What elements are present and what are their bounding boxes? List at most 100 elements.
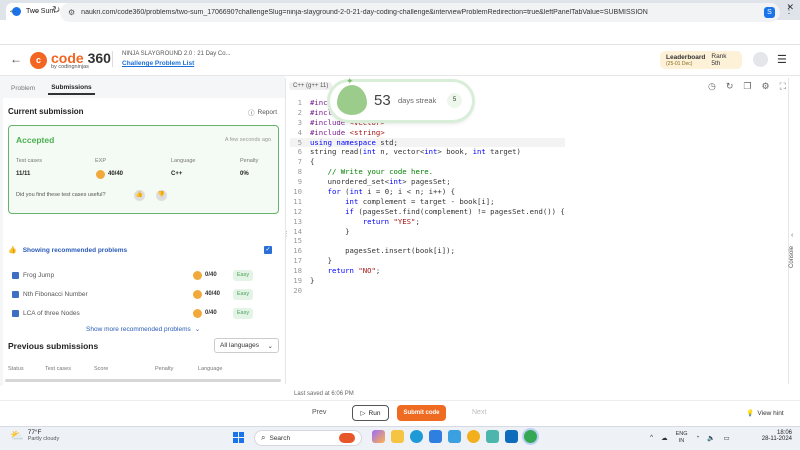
reset-icon[interactable]: ↻: [726, 81, 734, 92]
stat-testcases: 11/11: [16, 171, 31, 177]
problem-icon: [12, 272, 19, 279]
next-button[interactable]: Next: [472, 409, 486, 416]
stat-header-language: Language: [171, 158, 196, 164]
problem-name[interactable]: Nth Fibonacci Number: [23, 291, 88, 298]
thumbs-up-icon[interactable]: 👍: [134, 190, 145, 201]
user-avatar[interactable]: [753, 52, 768, 67]
challenge-list-link[interactable]: Challenge Problem List: [122, 60, 231, 67]
edge-icon[interactable]: [410, 430, 423, 443]
app-icon[interactable]: [467, 430, 480, 443]
browser-menu-icon[interactable]: ⋮: [784, 5, 794, 16]
leaderboard-label: Leaderboard: [666, 53, 706, 61]
horizontal-scrollbar[interactable]: [5, 379, 281, 382]
copy-icon[interactable]: ❐: [743, 81, 751, 92]
stat-penalty: 0%: [240, 171, 249, 177]
weather-widget[interactable]: ⛅ 77°F Partly cloudy: [10, 429, 59, 442]
bulb-icon: 💡: [746, 410, 755, 417]
file-explorer-icon[interactable]: [391, 430, 404, 443]
list-item[interactable]: Nth Fibonacci Number 40/40 Easy: [12, 288, 274, 302]
code-line: 5 using namespace std;: [290, 137, 565, 148]
like-icon: 👍: [8, 247, 17, 254]
back-arrow-icon[interactable]: ←: [8, 5, 18, 16]
pane-splitter-handle[interactable]: ⋮: [283, 230, 290, 238]
app-icon[interactable]: [448, 430, 461, 443]
chrome-icon[interactable]: [524, 430, 537, 443]
code-line: 10 for (int i = 0; i < n; i++) {: [293, 187, 456, 197]
profile-avatar[interactable]: S: [764, 7, 775, 18]
chevron-left-icon[interactable]: ‹: [791, 232, 793, 239]
thumbs-down-icon[interactable]: 👎: [156, 190, 167, 201]
url-field[interactable]: ⚙ naukri.com/code360/problems/two-sum_17…: [60, 3, 780, 22]
list-item[interactable]: LCA of three Nodes 0/40 Easy: [12, 307, 274, 321]
site-info-icon[interactable]: ⚙: [68, 8, 75, 17]
code-line: 15: [293, 236, 302, 246]
code-line: 12 if (pagesSet.find(complement) != page…: [293, 206, 565, 216]
show-more-label: Show more recommended problems: [86, 325, 191, 333]
console-sidebar[interactable]: [788, 78, 800, 384]
region-code: IN: [678, 437, 685, 444]
current-submission-title: Current submission: [8, 107, 84, 116]
code-line: 16 pagesSet.insert(book[i]);: [293, 246, 455, 256]
weather-temp: 77°F: [27, 429, 42, 436]
challenge-title: NINJA SLAYGROUND 2.0 : 21 Day Co...: [122, 51, 231, 57]
exp-coin-icon: [96, 170, 105, 179]
sparkle-icon: ✦: [346, 76, 354, 86]
clock[interactable]: 18:06 28-11-2024: [748, 430, 792, 442]
console-label[interactable]: Console: [789, 246, 795, 268]
battery-icon[interactable]: ▭: [724, 434, 730, 442]
back-icon[interactable]: ←: [10, 52, 22, 66]
code360-logo[interactable]: c code 360 by codingninjas: [30, 51, 111, 70]
store-icon[interactable]: [429, 430, 442, 443]
recommended-checkbox[interactable]: ✓: [264, 246, 272, 254]
report-button[interactable]: ⓘ Report: [248, 107, 277, 118]
code-area[interactable]: 1#include <bits/stdc++.h> 2#include <ios…: [290, 98, 565, 296]
view-hint-button[interactable]: 💡 View hint: [740, 406, 790, 420]
chevron-up-icon[interactable]: ^: [650, 434, 653, 441]
code-line: 7{: [297, 157, 315, 167]
useful-question: Did you find these test cases useful?: [16, 192, 106, 198]
tab-problem[interactable]: Problem: [8, 83, 38, 94]
code-line: 11 int complement = target - book[i];: [293, 196, 495, 206]
submit-button[interactable]: Submit code: [397, 405, 446, 421]
code-line: 4 #include <string>: [297, 127, 385, 137]
timer-icon[interactable]: ◷: [708, 81, 716, 92]
code-line: 6 string read(int n, vector<int> book, in…: [297, 147, 521, 157]
coin-icon: [193, 309, 202, 318]
stat-header-testcases: Test cases: [16, 158, 42, 164]
chevron-down-icon: ⌄: [194, 326, 201, 333]
cloud-sun-icon: ⛅: [10, 430, 24, 442]
code-line: 18 return "NO";: [293, 266, 381, 276]
windows-start-icon[interactable]: [233, 432, 244, 443]
problem-score: 0/40: [205, 272, 217, 278]
taskbar-apps: [372, 430, 537, 443]
prev-button[interactable]: Prev: [312, 409, 326, 416]
outlook-icon[interactable]: [505, 430, 518, 443]
copilot-icon[interactable]: [372, 430, 385, 443]
list-item[interactable]: Frog Jump 0/40 Easy: [12, 269, 274, 283]
app-icon[interactable]: [486, 430, 499, 443]
problem-name[interactable]: LCA of three Nodes: [23, 310, 80, 317]
nav-buttons: ← → ↻: [8, 5, 60, 16]
editor-toolbar: ◷ ↻ ❐ ⚙ ⛶: [708, 81, 786, 92]
fullscreen-icon[interactable]: ⛶: [780, 81, 786, 92]
streak-badge: 5: [447, 93, 462, 108]
language-select[interactable]: All languages ⌄: [214, 338, 279, 353]
volume-icon[interactable]: 🔈: [707, 434, 715, 442]
run-button[interactable]: ▷ Run: [352, 405, 389, 421]
taskbar-search[interactable]: ⌕ Search: [254, 430, 362, 446]
stat-header-penalty: Penalty: [240, 158, 259, 164]
wifi-icon[interactable]: ◔: [695, 434, 699, 441]
rank-text: Rank 5th: [711, 53, 727, 67]
cloud-icon[interactable]: ☁: [661, 434, 668, 442]
settings-icon[interactable]: ⚙: [761, 81, 769, 92]
input-language[interactable]: ENG IN: [676, 431, 688, 444]
leaderboard-button[interactable]: Leaderboard (25-01 Dec) Rank 5th: [660, 51, 742, 69]
forward-arrow-icon[interactable]: →: [30, 5, 40, 16]
language-chip[interactable]: C++ (g++ 11): [289, 82, 333, 90]
recommended-label: Showing recommended problems: [22, 246, 128, 254]
tab-submissions[interactable]: Submissions: [48, 82, 95, 95]
hamburger-menu-icon[interactable]: ☰: [777, 53, 787, 66]
show-more-link[interactable]: Show more recommended problems ⌄: [86, 325, 201, 334]
problem-name[interactable]: Frog Jump: [23, 272, 54, 279]
stat-exp: 40/40: [108, 171, 124, 177]
